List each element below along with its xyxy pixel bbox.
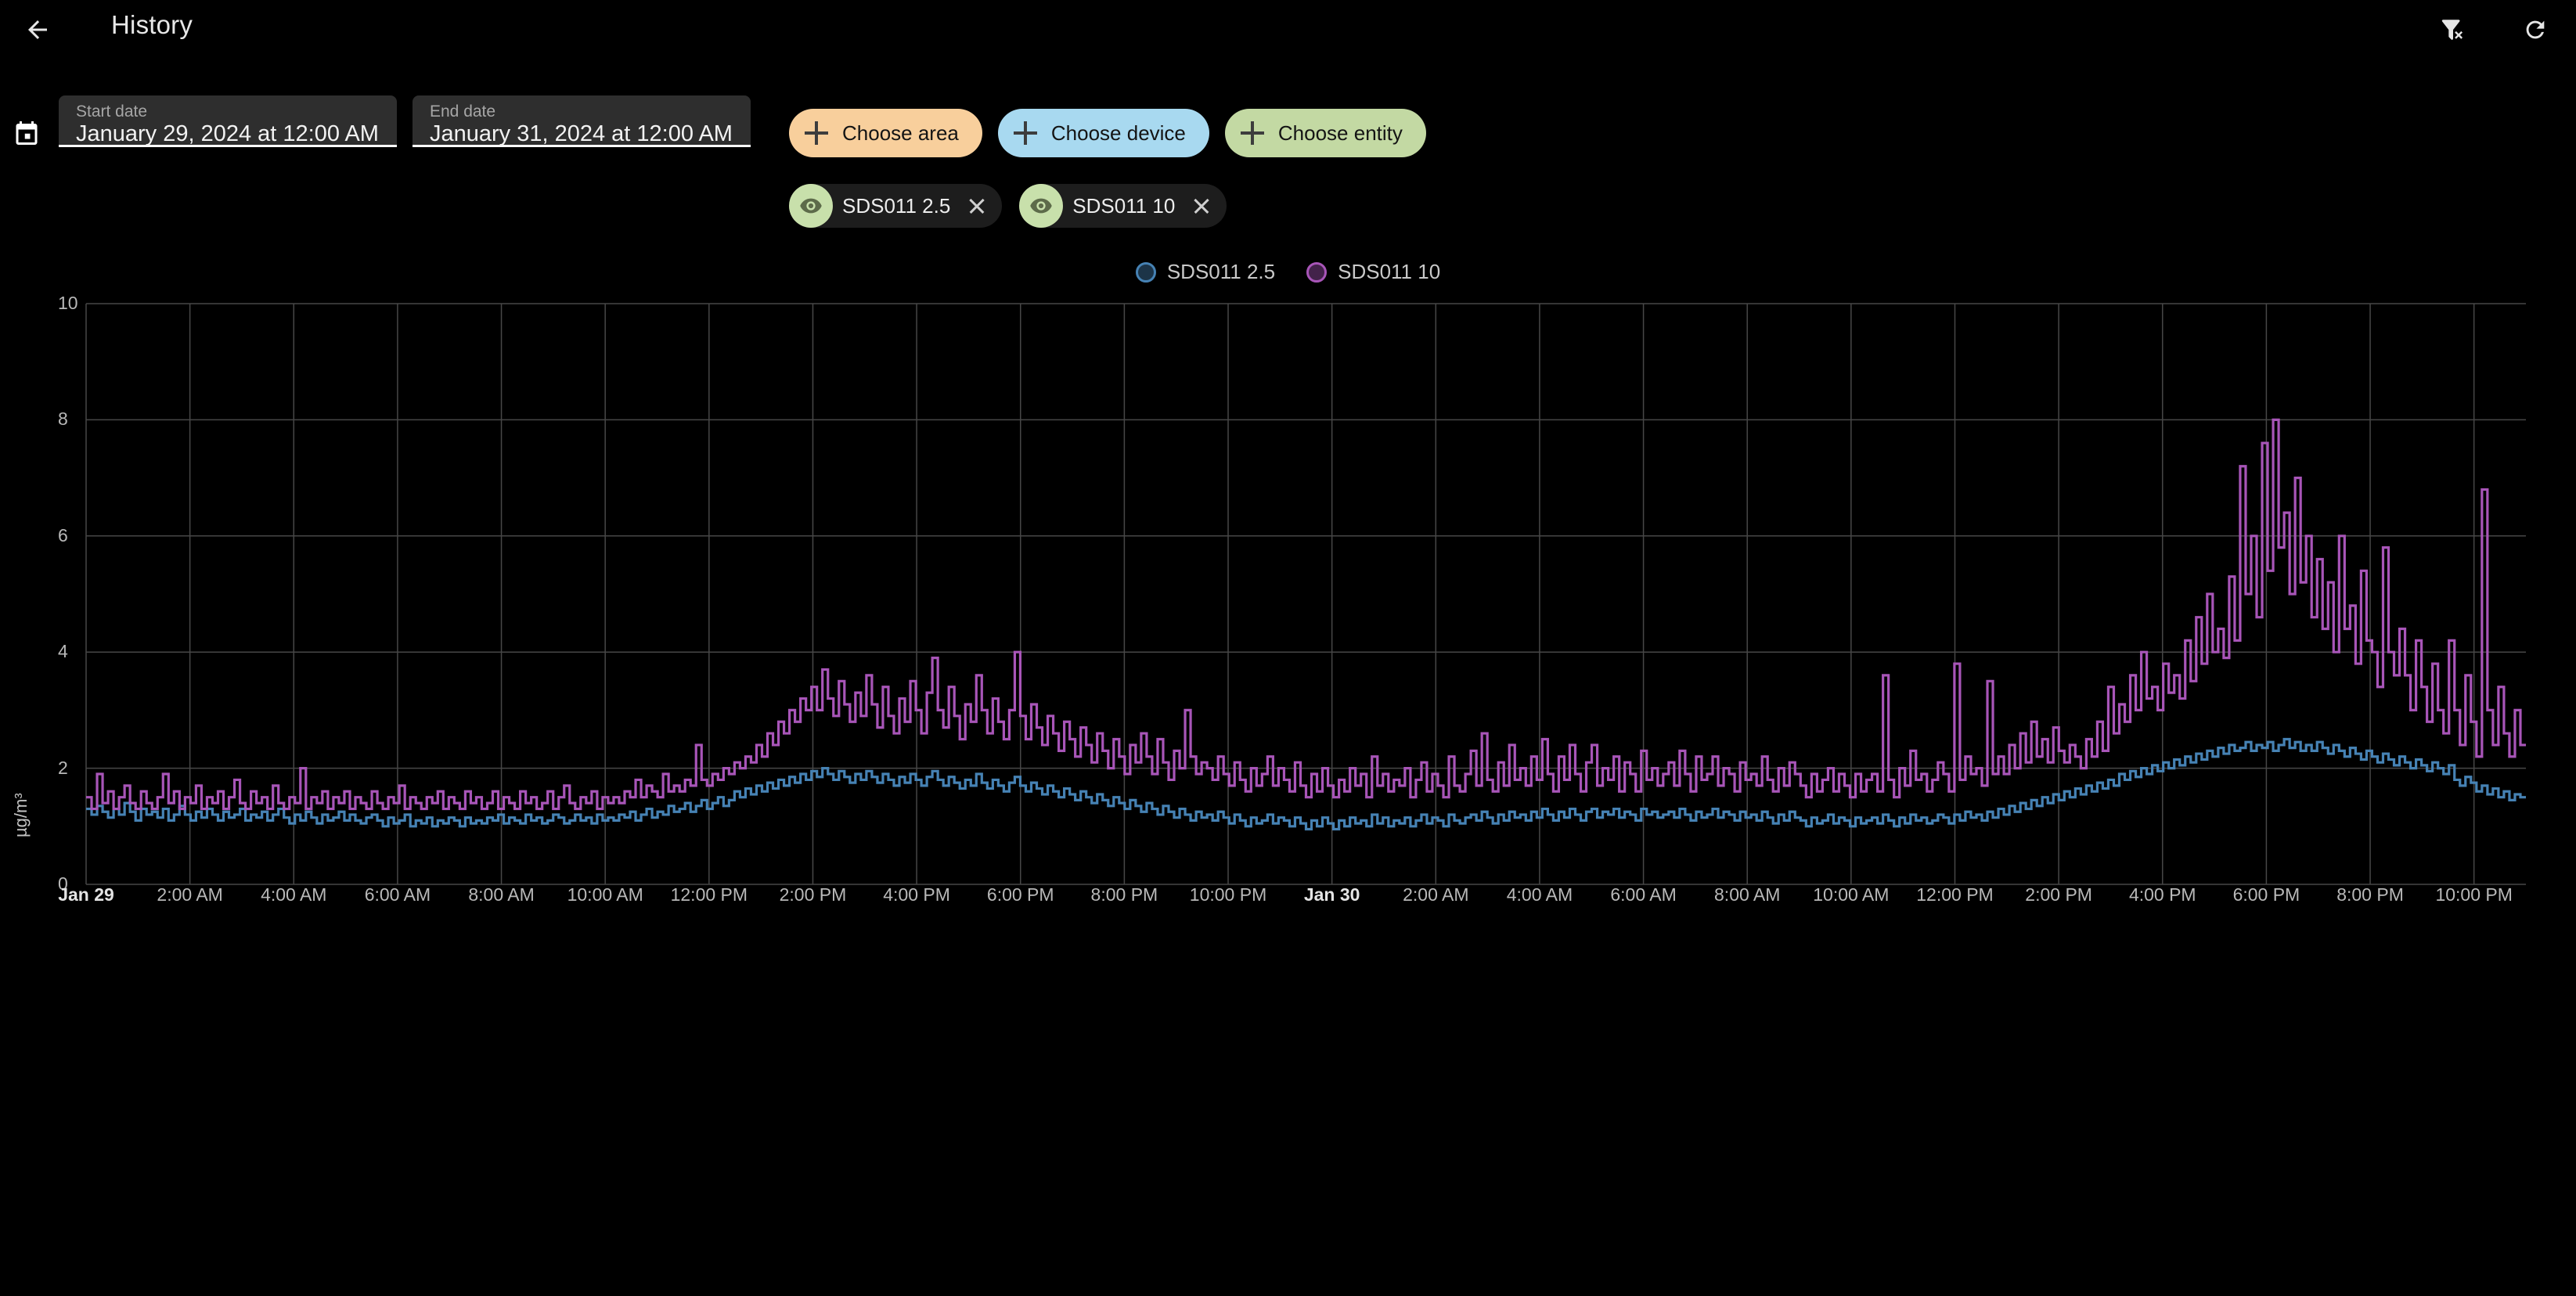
plot-area xyxy=(85,303,2526,885)
x-tick-label: 2:00 PM xyxy=(779,884,847,905)
x-tick-label: 2:00 AM xyxy=(1403,884,1469,905)
entity-chip-label: SDS011 2.5 xyxy=(842,193,951,218)
x-tick-label: 4:00 AM xyxy=(261,884,327,905)
x-tick-label: 6:00 PM xyxy=(2232,884,2300,905)
chooser-chip-row: Choose area Choose device Choose entity xyxy=(789,109,1426,157)
start-date-value: January 29, 2024 at 12:00 AM xyxy=(76,121,379,146)
plus-icon xyxy=(805,121,828,145)
page-title: History xyxy=(111,10,193,39)
x-tick-label: 2:00 PM xyxy=(2025,884,2092,905)
entity-chip[interactable]: SDS011 2.5 xyxy=(789,184,1003,228)
chooser-chip-label: Choose area xyxy=(842,121,959,145)
x-tick-label: 10:00 PM xyxy=(2435,884,2513,905)
legend-item[interactable]: SDS011 10 xyxy=(1306,260,1440,284)
x-tick-label: 6:00 PM xyxy=(986,884,1054,905)
end-date-value: January 31, 2024 at 12:00 AM xyxy=(430,121,733,146)
entity-chip[interactable]: SDS011 10 xyxy=(1019,184,1227,228)
legend-item[interactable]: SDS011 2.5 xyxy=(1135,260,1276,284)
chooser-chip-choose-area[interactable]: Choose area xyxy=(789,109,982,157)
x-tick-label: 8:00 PM xyxy=(2336,884,2404,905)
x-tick-label: 12:00 PM xyxy=(1916,884,1994,905)
end-date-label: End date xyxy=(430,103,496,121)
series-line xyxy=(86,737,2526,831)
x-tick-label: 2:00 AM xyxy=(157,884,223,905)
arrow-left-icon xyxy=(28,20,47,39)
chooser-chip-label: Choose entity xyxy=(1277,121,1403,145)
entity-chip-label: SDS011 10 xyxy=(1072,193,1176,218)
back-button[interactable] xyxy=(22,14,53,45)
entity-chip-row: SDS011 2.5 SDS011 10 xyxy=(789,184,1227,228)
plus-icon xyxy=(1013,121,1037,145)
start-date-field[interactable]: Start date January 29, 2024 at 12:00 AM xyxy=(59,95,397,147)
eye-icon[interactable] xyxy=(1019,184,1064,228)
close-icon[interactable] xyxy=(1187,192,1216,220)
close-icon[interactable] xyxy=(963,192,991,220)
x-tick-label: 4:00 AM xyxy=(1506,884,1573,905)
legend-label: SDS011 2.5 xyxy=(1166,260,1276,283)
start-date-label: Start date xyxy=(76,103,148,121)
x-tick-label: Jan 29 xyxy=(58,884,114,905)
series-line xyxy=(86,418,2526,811)
filter-remove-button[interactable] xyxy=(2436,13,2470,47)
x-tick-label: Jan 30 xyxy=(1303,884,1360,905)
x-tick-label: 6:00 AM xyxy=(364,884,431,905)
legend-swatch xyxy=(1306,261,1328,283)
app-bar: History xyxy=(0,0,2576,56)
x-tick-label: 8:00 PM xyxy=(1090,884,1158,905)
chooser-chip-choose-device[interactable]: Choose device xyxy=(997,109,1209,157)
eye-icon[interactable] xyxy=(789,184,833,228)
chooser-chip-choose-entity[interactable]: Choose entity xyxy=(1224,109,1426,157)
x-tick-label: 4:00 PM xyxy=(2128,884,2196,905)
x-tick-label: 10:00 AM xyxy=(1813,884,1890,905)
refresh-icon xyxy=(2526,20,2545,39)
end-date-field[interactable]: End date January 31, 2024 at 12:00 AM xyxy=(413,95,751,147)
x-tick-label: 4:00 PM xyxy=(883,884,950,905)
history-chart[interactable]: µg/m³ 0 2 4 6 8 10 Jan 29 2:00 AM 4:00 AM 6:00 A… xyxy=(0,293,2576,916)
x-tick-label: 8:00 AM xyxy=(468,884,535,905)
x-tick-label: 12:00 PM xyxy=(670,884,748,905)
calendar-icon[interactable] xyxy=(13,119,41,147)
legend-swatch xyxy=(1135,261,1156,283)
x-tick-label: 10:00 AM xyxy=(567,884,643,905)
legend-label: SDS011 10 xyxy=(1338,260,1441,283)
chart-legend: SDS011 2.5 SDS011 10 xyxy=(0,260,2576,284)
x-tick-label: 6:00 AM xyxy=(1610,884,1677,905)
x-tick-label: 10:00 PM xyxy=(1189,884,1267,905)
chooser-chip-label: Choose device xyxy=(1050,121,1186,145)
filter-remove-icon xyxy=(2441,20,2463,40)
plus-icon xyxy=(1240,121,1264,145)
x-tick-label: 8:00 AM xyxy=(1714,884,1781,905)
refresh-button[interactable] xyxy=(2518,13,2553,47)
x-axis-ticks: Jan 29 2:00 AM 4:00 AM 6:00 AM 8:00 AM 10:00 … xyxy=(0,884,2576,931)
